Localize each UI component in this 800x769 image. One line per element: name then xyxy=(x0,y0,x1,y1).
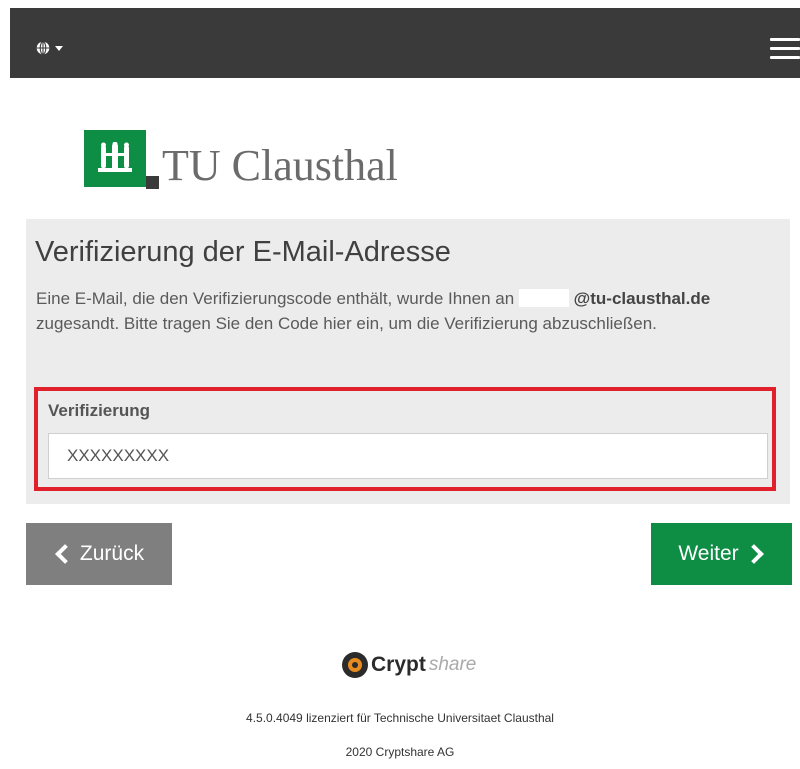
tu-clausthal-logo: TU Clausthal xyxy=(84,128,424,198)
brand-name-bold: Crypt xyxy=(371,653,426,676)
verification-description: Eine E-Mail, die den Verifizierungscode … xyxy=(36,286,784,336)
back-button[interactable]: Zurück xyxy=(26,523,172,585)
chevron-left-icon xyxy=(55,544,75,564)
license-text: 4.5.0.4049 lizenziert für Technische Uni… xyxy=(246,711,554,725)
description-start: Eine E-Mail, die den Verifizierungscode … xyxy=(36,289,515,308)
description-end: zugesandt. Bitte tragen Sie den Code hie… xyxy=(36,314,657,333)
chevron-right-icon xyxy=(743,544,764,564)
cryptshare-icon xyxy=(342,652,368,678)
cryptshare-logo: Crypt share xyxy=(342,652,476,678)
brand-name-light: share xyxy=(428,654,477,675)
verification-field-highlight: Verifizierung xyxy=(34,387,776,491)
email-domain: @tu-clausthal.de xyxy=(573,289,711,308)
page-title: Verifizierung der E-Mail-Adresse xyxy=(35,236,451,268)
logo-text: TU Clausthal xyxy=(162,141,398,190)
globe-icon xyxy=(36,41,50,55)
copyright-text: 2020 Cryptshare AG xyxy=(345,745,455,759)
next-button[interactable]: Weiter xyxy=(651,523,792,585)
verification-panel: Verifizierung der E-Mail-Adresse Eine E-… xyxy=(26,219,790,504)
coat-of-arms-icon xyxy=(98,141,132,172)
hamburger-menu-icon[interactable] xyxy=(770,38,800,60)
redacted-email-user xyxy=(518,289,569,307)
logo-emblem xyxy=(84,130,146,187)
top-navigation-bar xyxy=(10,8,800,78)
chevron-down-icon xyxy=(55,46,63,51)
verification-label: Verifizierung xyxy=(48,401,151,420)
back-button-label: Zurück xyxy=(79,542,145,565)
verification-code-input[interactable] xyxy=(48,433,768,479)
logo-square-mark xyxy=(146,176,159,189)
next-button-label: Weiter xyxy=(678,542,739,565)
language-selector[interactable] xyxy=(36,41,63,55)
